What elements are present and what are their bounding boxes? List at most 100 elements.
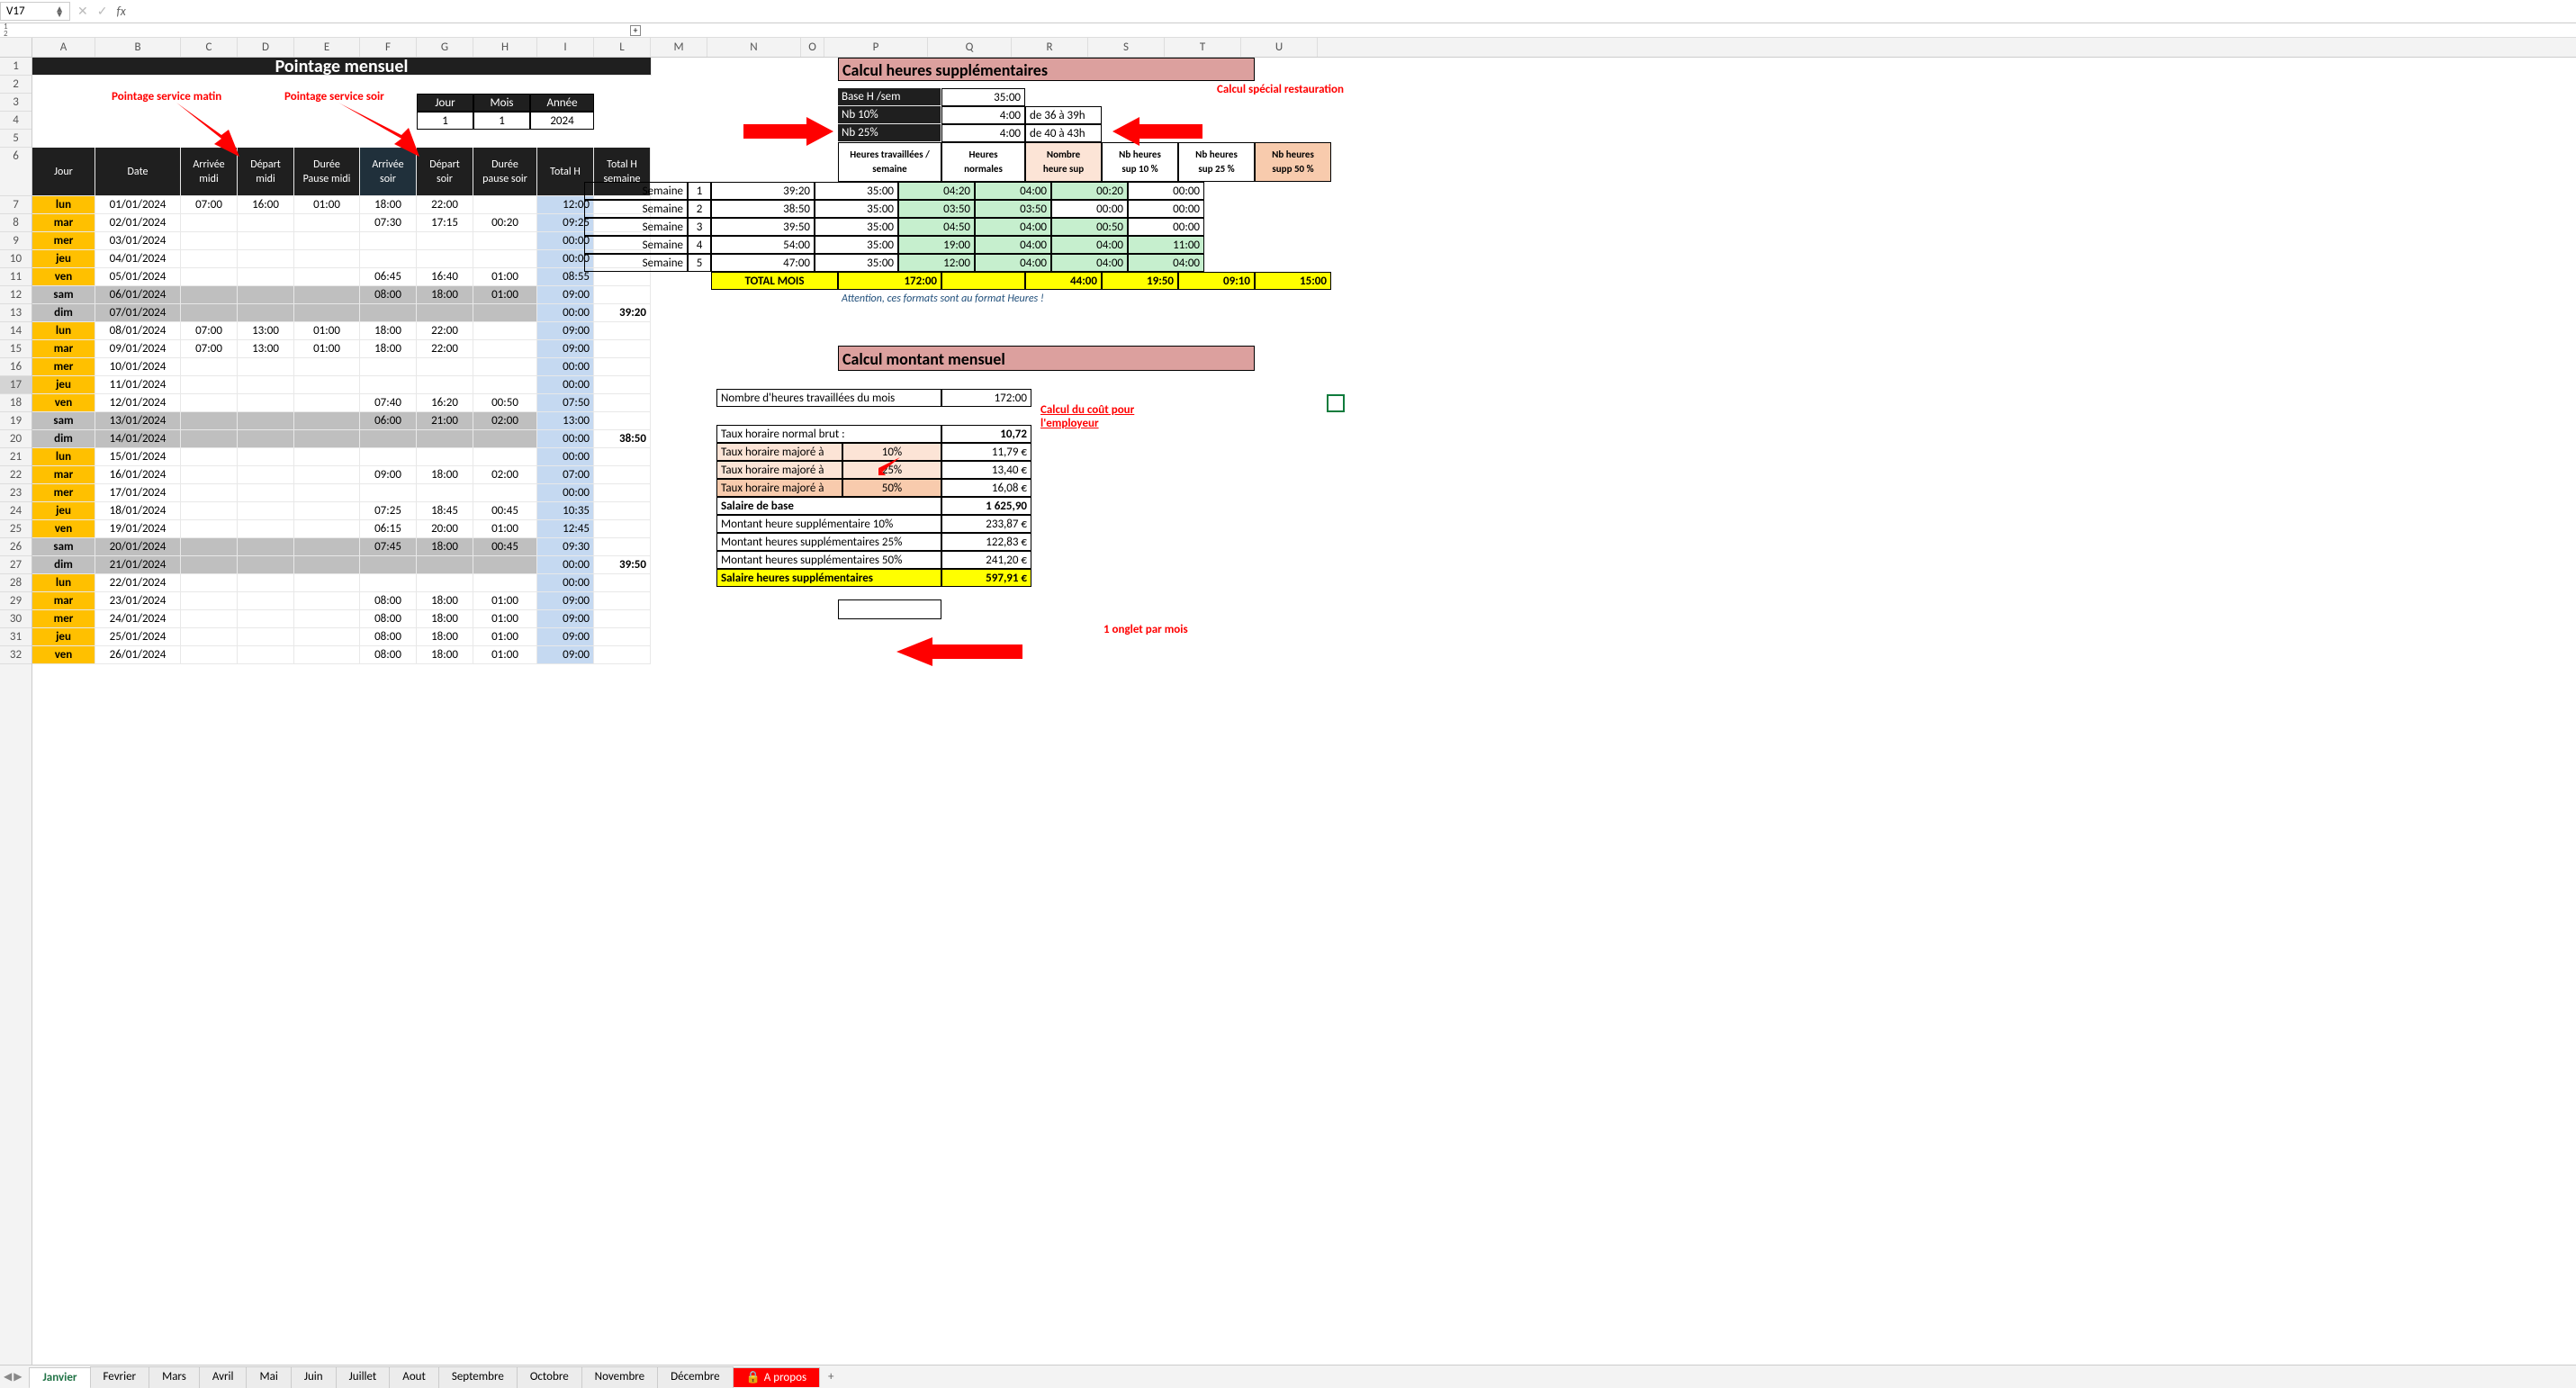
cell[interactable] xyxy=(294,430,360,448)
cell[interactable] xyxy=(238,214,294,232)
cell[interactable] xyxy=(360,556,417,574)
col-header-M[interactable]: M xyxy=(651,38,707,57)
cell[interactable]: sam xyxy=(32,286,95,304)
cell[interactable]: 22/01/2024 xyxy=(95,574,181,592)
cell[interactable] xyxy=(238,484,294,502)
sheet-tab-janvier[interactable]: Janvier xyxy=(29,1367,90,1388)
row-header-7[interactable]: 7 xyxy=(0,196,32,214)
cell[interactable]: 10:35 xyxy=(537,502,594,520)
cell[interactable] xyxy=(594,358,651,376)
row-header-10[interactable]: 10 xyxy=(0,250,32,268)
cell[interactable]: 01:00 xyxy=(473,610,537,628)
cell[interactable]: 18:00 xyxy=(417,286,473,304)
cell[interactable]: 14/01/2024 xyxy=(95,430,181,448)
cell[interactable]: sam xyxy=(32,538,95,556)
cell[interactable] xyxy=(294,250,360,268)
mm-thnv[interactable]: 10,72 xyxy=(941,425,1031,443)
cell[interactable]: 06:45 xyxy=(360,268,417,286)
cell[interactable] xyxy=(181,376,238,394)
cell[interactable]: 00:00 xyxy=(537,574,594,592)
cell[interactable]: 01:00 xyxy=(473,646,537,664)
fx-label[interactable]: fx xyxy=(116,4,125,19)
cell[interactable]: lun xyxy=(32,448,95,466)
cell[interactable] xyxy=(294,610,360,628)
cell[interactable] xyxy=(473,358,537,376)
cell[interactable] xyxy=(417,232,473,250)
sheet-tab-juin[interactable]: Juin xyxy=(291,1366,337,1388)
cell[interactable] xyxy=(360,358,417,376)
cell[interactable] xyxy=(360,448,417,466)
cell[interactable] xyxy=(238,304,294,322)
cell[interactable]: 17:15 xyxy=(417,214,473,232)
week-cell[interactable]: 00:50 xyxy=(1051,218,1128,236)
cell[interactable]: 07:00 xyxy=(537,466,594,484)
cell[interactable]: 16:40 xyxy=(417,268,473,286)
cell[interactable] xyxy=(181,556,238,574)
week-cell[interactable]: 04:00 xyxy=(975,236,1051,254)
cell[interactable] xyxy=(473,250,537,268)
week-cell[interactable]: 35:00 xyxy=(815,218,898,236)
col-header-Q[interactable]: Q xyxy=(928,38,1012,57)
cell[interactable]: 18:00 xyxy=(360,196,417,214)
cell[interactable] xyxy=(360,376,417,394)
cell[interactable] xyxy=(238,286,294,304)
cell[interactable]: 23/01/2024 xyxy=(95,592,181,610)
cell[interactable] xyxy=(181,286,238,304)
confirm-icon[interactable]: ✓ xyxy=(97,4,108,19)
cell[interactable]: 06:00 xyxy=(360,412,417,430)
cell[interactable] xyxy=(594,538,651,556)
cell[interactable]: 09:30 xyxy=(537,538,594,556)
cell[interactable] xyxy=(181,412,238,430)
cell[interactable] xyxy=(181,232,238,250)
cell[interactable]: jeu xyxy=(32,376,95,394)
cell[interactable] xyxy=(181,484,238,502)
cell[interactable]: 20:00 xyxy=(417,520,473,538)
cell[interactable] xyxy=(238,646,294,664)
cell[interactable] xyxy=(473,484,537,502)
sheet-tab-novembre[interactable]: Novembre xyxy=(581,1366,658,1388)
cell[interactable] xyxy=(294,412,360,430)
cell[interactable] xyxy=(594,412,651,430)
cell[interactable]: 10/01/2024 xyxy=(95,358,181,376)
sheet-cells[interactable]: Pointage service matin Pointage service … xyxy=(32,58,2576,1365)
cell[interactable]: 02:00 xyxy=(473,412,537,430)
cell[interactable] xyxy=(417,556,473,574)
cell[interactable]: 08/01/2024 xyxy=(95,322,181,340)
cell[interactable]: 07:40 xyxy=(360,394,417,412)
cell[interactable] xyxy=(238,358,294,376)
cell[interactable] xyxy=(238,448,294,466)
week-cell[interactable]: 19:00 xyxy=(898,236,975,254)
outline-level-buttons[interactable]: 12 xyxy=(4,23,8,38)
tab-nav-next-icon[interactable]: ▶ xyxy=(14,1370,22,1383)
tab-add-button[interactable]: + xyxy=(819,1367,842,1386)
row-header-8[interactable]: 8 xyxy=(0,214,32,232)
sheet-tab-fevrier[interactable]: Fevrier xyxy=(90,1366,150,1388)
cell[interactable] xyxy=(473,448,537,466)
formula-input[interactable] xyxy=(133,0,2576,23)
week-cell[interactable]: 03:50 xyxy=(898,200,975,218)
week-cell[interactable]: 35:00 xyxy=(815,200,898,218)
outline-expand-button[interactable]: + xyxy=(630,25,641,36)
cell[interactable]: 12:45 xyxy=(537,520,594,538)
cell[interactable] xyxy=(594,448,651,466)
cell[interactable] xyxy=(181,430,238,448)
col-header-D[interactable]: D xyxy=(238,38,294,57)
val-annee[interactable]: 2024 xyxy=(530,112,594,130)
cell[interactable]: 09:00 xyxy=(537,286,594,304)
cell[interactable]: 18:00 xyxy=(360,322,417,340)
cell[interactable] xyxy=(417,358,473,376)
col-header-P[interactable]: P xyxy=(824,38,928,57)
cell[interactable] xyxy=(294,538,360,556)
week-cell[interactable]: 47:00 xyxy=(711,254,815,272)
col-header-U[interactable]: U xyxy=(1241,38,1318,57)
row-header-27[interactable]: 27 xyxy=(0,556,32,574)
cell[interactable] xyxy=(238,232,294,250)
row-header-12[interactable]: 12 xyxy=(0,286,32,304)
cell[interactable] xyxy=(238,412,294,430)
col-header-T[interactable]: T xyxy=(1165,38,1241,57)
cell[interactable]: 13:00 xyxy=(537,412,594,430)
cell[interactable]: 21:00 xyxy=(417,412,473,430)
cell[interactable] xyxy=(238,466,294,484)
cell[interactable]: dim xyxy=(32,556,95,574)
cell[interactable] xyxy=(294,448,360,466)
